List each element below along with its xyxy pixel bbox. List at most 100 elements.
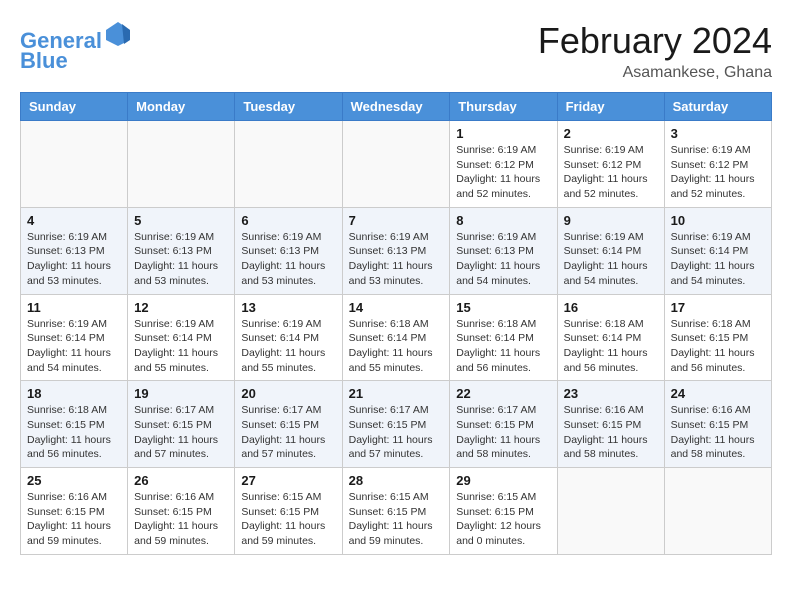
calendar-cell	[557, 468, 664, 555]
calendar-cell	[342, 121, 450, 208]
calendar-cell	[21, 121, 128, 208]
calendar-week-0: 1 Sunrise: 6:19 AM Sunset: 6:12 PM Daylig…	[21, 121, 772, 208]
day-number: 1	[456, 126, 550, 141]
day-info: Sunrise: 6:18 AM Sunset: 6:15 PM Dayligh…	[27, 403, 121, 462]
calendar-cell: 23 Sunrise: 6:16 AM Sunset: 6:15 PM Dayli…	[557, 381, 664, 468]
day-info: Sunrise: 6:19 AM Sunset: 6:13 PM Dayligh…	[27, 230, 121, 289]
day-number: 11	[27, 300, 121, 315]
day-number: 25	[27, 473, 121, 488]
day-number: 24	[671, 386, 765, 401]
day-number: 14	[349, 300, 444, 315]
calendar-cell: 19 Sunrise: 6:17 AM Sunset: 6:15 PM Dayli…	[128, 381, 235, 468]
calendar-cell: 4 Sunrise: 6:19 AM Sunset: 6:13 PM Daylig…	[21, 207, 128, 294]
logo: General Blue	[20, 20, 132, 73]
day-number: 26	[134, 473, 228, 488]
header: General Blue February 2024 Asamankese, G…	[20, 20, 772, 82]
calendar-cell: 9 Sunrise: 6:19 AM Sunset: 6:14 PM Daylig…	[557, 207, 664, 294]
day-number: 7	[349, 213, 444, 228]
day-number: 22	[456, 386, 550, 401]
calendar-cell: 12 Sunrise: 6:19 AM Sunset: 6:14 PM Dayli…	[128, 294, 235, 381]
calendar-cell: 20 Sunrise: 6:17 AM Sunset: 6:15 PM Dayli…	[235, 381, 342, 468]
day-info: Sunrise: 6:16 AM Sunset: 6:15 PM Dayligh…	[564, 403, 658, 462]
day-info: Sunrise: 6:19 AM Sunset: 6:12 PM Dayligh…	[456, 143, 550, 202]
header-wednesday: Wednesday	[342, 93, 450, 121]
calendar-cell: 3 Sunrise: 6:19 AM Sunset: 6:12 PM Daylig…	[664, 121, 771, 208]
calendar-cell: 11Sunrise: 6:19 AM Sunset: 6:14 PM Dayli…	[21, 294, 128, 381]
calendar-cell: 22 Sunrise: 6:17 AM Sunset: 6:15 PM Dayli…	[450, 381, 557, 468]
day-number: 20	[241, 386, 335, 401]
day-number: 15	[456, 300, 550, 315]
day-info: Sunrise: 6:17 AM Sunset: 6:15 PM Dayligh…	[134, 403, 228, 462]
day-number: 23	[564, 386, 658, 401]
calendar-cell: 25 Sunrise: 6:16 AM Sunset: 6:15 PM Dayli…	[21, 468, 128, 555]
calendar-cell: 2 Sunrise: 6:19 AM Sunset: 6:12 PM Daylig…	[557, 121, 664, 208]
day-info: Sunrise: 6:17 AM Sunset: 6:15 PM Dayligh…	[456, 403, 550, 462]
day-info: Sunrise: 6:19 AM Sunset: 6:13 PM Dayligh…	[456, 230, 550, 289]
day-info: Sunrise: 6:19 AM Sunset: 6:13 PM Dayligh…	[134, 230, 228, 289]
calendar-cell: 13 Sunrise: 6:19 AM Sunset: 6:14 PM Dayli…	[235, 294, 342, 381]
calendar-cell: 8Sunrise: 6:19 AM Sunset: 6:13 PM Daylig…	[450, 207, 557, 294]
logo-icon	[104, 20, 132, 48]
day-info: Sunrise: 6:17 AM Sunset: 6:15 PM Dayligh…	[241, 403, 335, 462]
calendar-cell: 27 Sunrise: 6:15 AM Sunset: 6:15 PM Dayli…	[235, 468, 342, 555]
header-friday: Friday	[557, 93, 664, 121]
calendar-cell: 6Sunrise: 6:19 AM Sunset: 6:13 PM Daylig…	[235, 207, 342, 294]
day-info: Sunrise: 6:18 AM Sunset: 6:14 PM Dayligh…	[564, 317, 658, 376]
calendar-week-4: 25 Sunrise: 6:16 AM Sunset: 6:15 PM Dayli…	[21, 468, 772, 555]
calendar-cell: 29 Sunrise: 6:15 AM Sunset: 6:15 PM Dayli…	[450, 468, 557, 555]
day-number: 16	[564, 300, 658, 315]
day-info: Sunrise: 6:18 AM Sunset: 6:14 PM Dayligh…	[349, 317, 444, 376]
calendar-cell: 1 Sunrise: 6:19 AM Sunset: 6:12 PM Daylig…	[450, 121, 557, 208]
title-area: February 2024 Asamankese, Ghana	[538, 20, 772, 82]
day-info: Sunrise: 6:16 AM Sunset: 6:15 PM Dayligh…	[671, 403, 765, 462]
day-number: 4	[27, 213, 121, 228]
day-number: 5	[134, 213, 228, 228]
calendar-week-1: 4 Sunrise: 6:19 AM Sunset: 6:13 PM Daylig…	[21, 207, 772, 294]
day-number: 13	[241, 300, 335, 315]
day-number: 6	[241, 213, 335, 228]
day-number: 9	[564, 213, 658, 228]
day-info: Sunrise: 6:18 AM Sunset: 6:14 PM Dayligh…	[456, 317, 550, 376]
day-info: Sunrise: 6:19 AM Sunset: 6:12 PM Dayligh…	[671, 143, 765, 202]
day-info: Sunrise: 6:19 AM Sunset: 6:13 PM Dayligh…	[349, 230, 444, 289]
calendar-cell	[128, 121, 235, 208]
day-number: 19	[134, 386, 228, 401]
calendar-cell: 16 Sunrise: 6:18 AM Sunset: 6:14 PM Dayli…	[557, 294, 664, 381]
calendar-cell: 7 Sunrise: 6:19 AM Sunset: 6:13 PM Daylig…	[342, 207, 450, 294]
day-number: 28	[349, 473, 444, 488]
header-sunday: Sunday	[21, 93, 128, 121]
calendar: SundayMondayTuesdayWednesdayThursdayFrid…	[20, 92, 772, 555]
day-number: 29	[456, 473, 550, 488]
day-info: Sunrise: 6:16 AM Sunset: 6:15 PM Dayligh…	[27, 490, 121, 549]
day-number: 17	[671, 300, 765, 315]
calendar-week-2: 11 Sunrise: 6:19 AM Sunset: 6:14 PM Dayli…	[21, 294, 772, 381]
day-number: 18	[27, 386, 121, 401]
calendar-cell: 15 Sunrise: 6:18 AM Sunset: 6:14 PM Dayli…	[450, 294, 557, 381]
calendar-cell: 21 Sunrise: 6:17 AM Sunset: 6:15 PM Dayli…	[342, 381, 450, 468]
day-info: Sunrise: 6:17 AM Sunset: 6:15 PM Dayligh…	[349, 403, 444, 462]
calendar-cell: 24 Sunrise: 6:16 AM Sunset: 6:15 PM Dayli…	[664, 381, 771, 468]
day-info: Sunrise: 6:15 AM Sunset: 6:15 PM Dayligh…	[456, 490, 550, 549]
header-monday: Monday	[128, 93, 235, 121]
header-saturday: Saturday	[664, 93, 771, 121]
day-number: 10	[671, 213, 765, 228]
location-title: Asamankese, Ghana	[538, 64, 772, 82]
day-number: 2	[564, 126, 658, 141]
day-info: Sunrise: 6:19 AM Sunset: 6:14 PM Dayligh…	[241, 317, 335, 376]
calendar-cell: 17Sunrise: 6:18 AM Sunset: 6:15 PM Dayli…	[664, 294, 771, 381]
day-info: Sunrise: 6:15 AM Sunset: 6:15 PM Dayligh…	[241, 490, 335, 549]
calendar-cell: 5 Sunrise: 6:19 AM Sunset: 6:13 PM Daylig…	[128, 207, 235, 294]
month-title: February 2024	[538, 20, 772, 62]
day-info: Sunrise: 6:19 AM Sunset: 6:12 PM Dayligh…	[564, 143, 658, 202]
day-number: 21	[349, 386, 444, 401]
day-number: 27	[241, 473, 335, 488]
day-info: Sunrise: 6:19 AM Sunset: 6:14 PM Dayligh…	[564, 230, 658, 289]
day-info: Sunrise: 6:19 AM Sunset: 6:14 PM Dayligh…	[671, 230, 765, 289]
calendar-cell: 28 Sunrise: 6:15 AM Sunset: 6:15 PM Dayli…	[342, 468, 450, 555]
calendar-cell	[235, 121, 342, 208]
day-number: 12	[134, 300, 228, 315]
calendar-cell: 18 Sunrise: 6:18 AM Sunset: 6:15 PM Dayli…	[21, 381, 128, 468]
day-info: Sunrise: 6:19 AM Sunset: 6:14 PM Dayligh…	[134, 317, 228, 376]
day-info: Sunrise: 6:15 AM Sunset: 6:15 PM Dayligh…	[349, 490, 444, 549]
day-number: 3	[671, 126, 765, 141]
